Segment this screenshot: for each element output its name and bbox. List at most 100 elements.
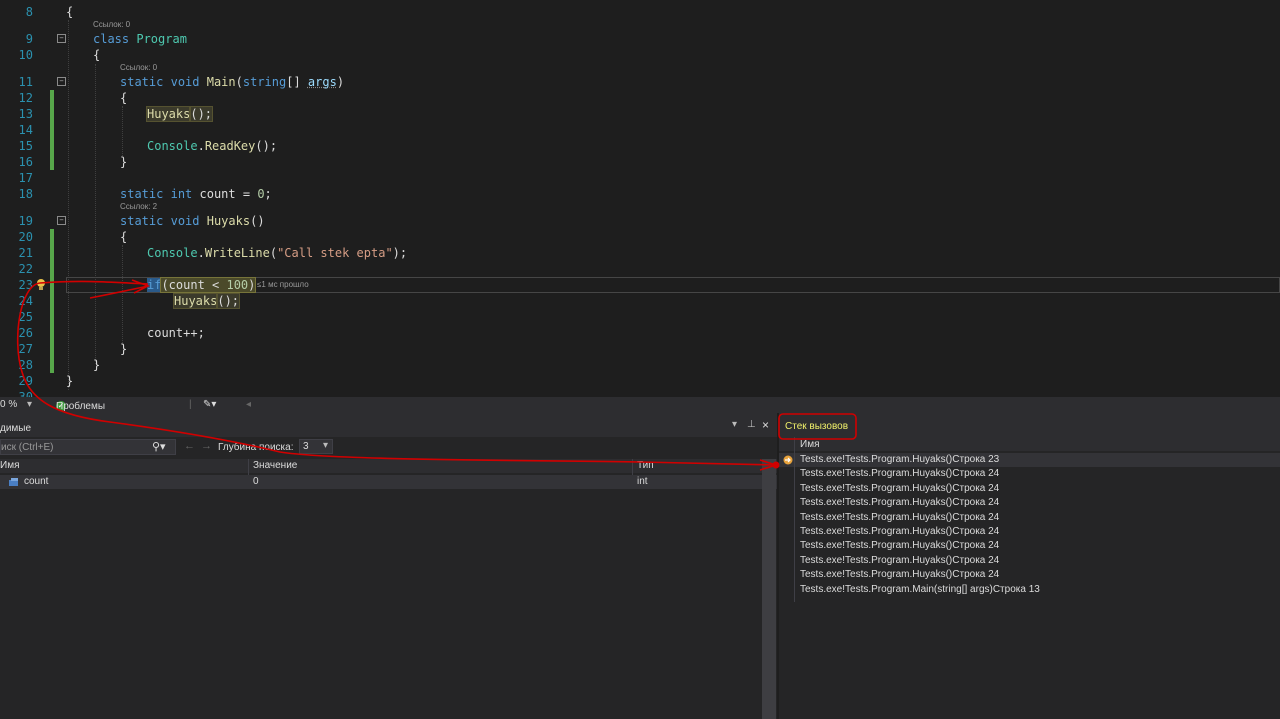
code-line: class Program <box>93 31 187 47</box>
search-icon[interactable]: ⚲▾ <box>152 440 166 453</box>
punct: ; <box>264 187 272 201</box>
punct: ) <box>248 278 256 292</box>
change-bar <box>50 90 54 170</box>
column-header-name[interactable]: Имя <box>0 460 19 471</box>
vertical-scrollbar[interactable] <box>762 459 776 719</box>
line-number: 23 <box>18 278 33 292</box>
indent-guide <box>95 64 96 364</box>
list-item[interactable]: Tests.exe!Tests.Program.Huyaks()Строка 2… <box>779 525 1280 539</box>
references-codelens[interactable]: Ссылок: 0 <box>120 63 157 72</box>
frame-label: Tests.exe!Tests.Program.Huyaks()Строка 2… <box>800 526 1000 537</box>
collapse-icon[interactable]: − <box>57 77 66 86</box>
keyword: static <box>120 75 164 89</box>
locals-toolbar: иск (Ctrl+E) ⚲▾ ← → Глубина поиска: 3 ▾ <box>0 437 777 457</box>
collapse-icon[interactable]: − <box>57 34 66 43</box>
search-depth-select[interactable]: 3 ▾ <box>299 439 333 454</box>
list-item[interactable]: Tests.exe!Tests.Program.Huyaks()Строка 2… <box>779 496 1280 510</box>
keyword: static <box>120 187 164 201</box>
collapse-icon[interactable]: − <box>57 216 66 225</box>
line-number: 27 <box>18 342 33 356</box>
line-number: 16 <box>18 155 33 169</box>
punct: ( <box>235 75 243 89</box>
indent-guide <box>122 106 123 156</box>
keyword: void <box>170 214 200 228</box>
class-name: Console <box>147 139 198 153</box>
list-item[interactable]: Tests.exe!Tests.Program.Huyaks()Строка 2… <box>779 568 1280 582</box>
table-row[interactable]: count 0 int <box>0 475 777 489</box>
class-name: Program <box>136 32 187 46</box>
punct: ); <box>392 246 408 260</box>
frame-label: Tests.exe!Tests.Program.Huyaks()Строка 2… <box>800 454 1000 465</box>
lightbulb-icon[interactable] <box>34 277 48 293</box>
callstack-window: Стек вызовов Имя Tests.exe!Tests.Program… <box>779 413 1280 719</box>
if-condition: (count < 100) <box>160 277 257 293</box>
keyword: int <box>170 187 193 201</box>
param-name: args <box>307 75 337 89</box>
line-number: 10 <box>18 48 33 62</box>
keyword: class <box>93 32 130 46</box>
line-number: 11 <box>18 75 33 89</box>
pin-icon[interactable]: ⊥ <box>747 419 756 430</box>
frame-label: Tests.exe!Tests.Program.Huyaks()Строка 2… <box>800 554 1000 566</box>
frame-label: Tests.exe!Tests.Program.Main(string[] ar… <box>800 583 1040 595</box>
list-item[interactable]: Tests.exe!Tests.Program.Huyaks()Строка 2… <box>779 453 1280 467</box>
local-value[interactable]: 0 <box>253 475 259 489</box>
code-line: Huyaks(); <box>172 293 241 309</box>
list-item[interactable]: Tests.exe!Tests.Program.Main(string[] ar… <box>779 583 1280 597</box>
code-line: if(count < 100) <box>147 277 257 293</box>
code-line: count++; <box>147 326 205 340</box>
close-icon[interactable]: × <box>762 418 769 432</box>
number-literal: 0 <box>257 187 265 201</box>
search-input[interactable]: иск (Ctrl+E) ⚲▾ <box>0 439 176 455</box>
keyword: string <box>242 75 287 89</box>
frame-label: Tests.exe!Tests.Program.Huyaks()Строка 2… <box>800 482 1000 494</box>
code-text: count = <box>192 187 258 201</box>
code-line: { <box>66 5 74 19</box>
code-line: } <box>120 155 128 169</box>
line-number: 15 <box>18 139 33 153</box>
column-divider <box>794 437 795 602</box>
scroll-left-icon[interactable]: ◂ <box>246 399 251 410</box>
callstack-title-bar: Стек вызовов <box>779 413 1280 437</box>
references-codelens[interactable]: Ссылок: 2 <box>120 202 157 211</box>
line-number: 24 <box>18 294 33 308</box>
pane-title[interactable]: Стек вызовов <box>785 421 848 432</box>
back-arrow-icon[interactable]: ← <box>184 440 195 452</box>
brush-icon[interactable]: ✎▾ <box>203 399 216 410</box>
line-number: 17 <box>18 171 33 185</box>
chevron-down-icon[interactable]: ▾ <box>27 399 32 410</box>
references-codelens[interactable]: Ссылок: 0 <box>93 20 130 29</box>
line-number: 21 <box>18 246 33 260</box>
list-item[interactable]: Tests.exe!Tests.Program.Huyaks()Строка 2… <box>779 482 1280 496</box>
line-number: 20 <box>18 230 33 244</box>
list-item[interactable]: Tests.exe!Tests.Program.Huyaks()Строка 2… <box>779 539 1280 553</box>
zoom-level[interactable]: 0 % <box>0 399 17 410</box>
list-item[interactable]: Tests.exe!Tests.Program.Huyaks()Строка 2… <box>779 467 1280 481</box>
method-call: WriteLine <box>204 246 270 260</box>
forward-arrow-icon[interactable]: → <box>201 440 212 452</box>
code-line: { <box>120 91 128 105</box>
code-editor[interactable]: 8 9 10 11 12 13 14 15 16 17 18 19 20 21 … <box>0 0 1280 397</box>
punct: (); <box>216 293 241 309</box>
line-number: 29 <box>18 374 33 388</box>
code-line: } <box>120 342 128 356</box>
search-depth-label: Глубина поиска: <box>218 442 294 453</box>
current-frame-icon <box>783 455 793 465</box>
list-item[interactable]: Tests.exe!Tests.Program.Huyaks()Строка 2… <box>779 511 1280 525</box>
chevron-down-icon[interactable]: ▾ <box>732 419 737 430</box>
line-number: 26 <box>18 326 33 340</box>
column-header-type[interactable]: Тип <box>637 460 654 471</box>
column-header-name[interactable]: Имя <box>800 439 819 450</box>
code-line: } <box>93 358 101 372</box>
punct: (); <box>255 139 278 153</box>
code-line: { <box>93 48 101 62</box>
code-line: static void Main(string[] args) <box>120 74 344 90</box>
line-number: 13 <box>18 107 33 121</box>
locals-grid-header: Имя Значение Тип <box>0 459 777 473</box>
code-line: Console.ReadKey(); <box>147 139 278 153</box>
list-item[interactable]: Tests.exe!Tests.Program.Huyaks()Строка 2… <box>779 554 1280 568</box>
line-number: 30 <box>18 390 33 397</box>
search-depth-value: 3 <box>303 441 309 452</box>
column-header-value[interactable]: Значение <box>253 460 297 471</box>
pane-title: димые <box>0 423 32 434</box>
